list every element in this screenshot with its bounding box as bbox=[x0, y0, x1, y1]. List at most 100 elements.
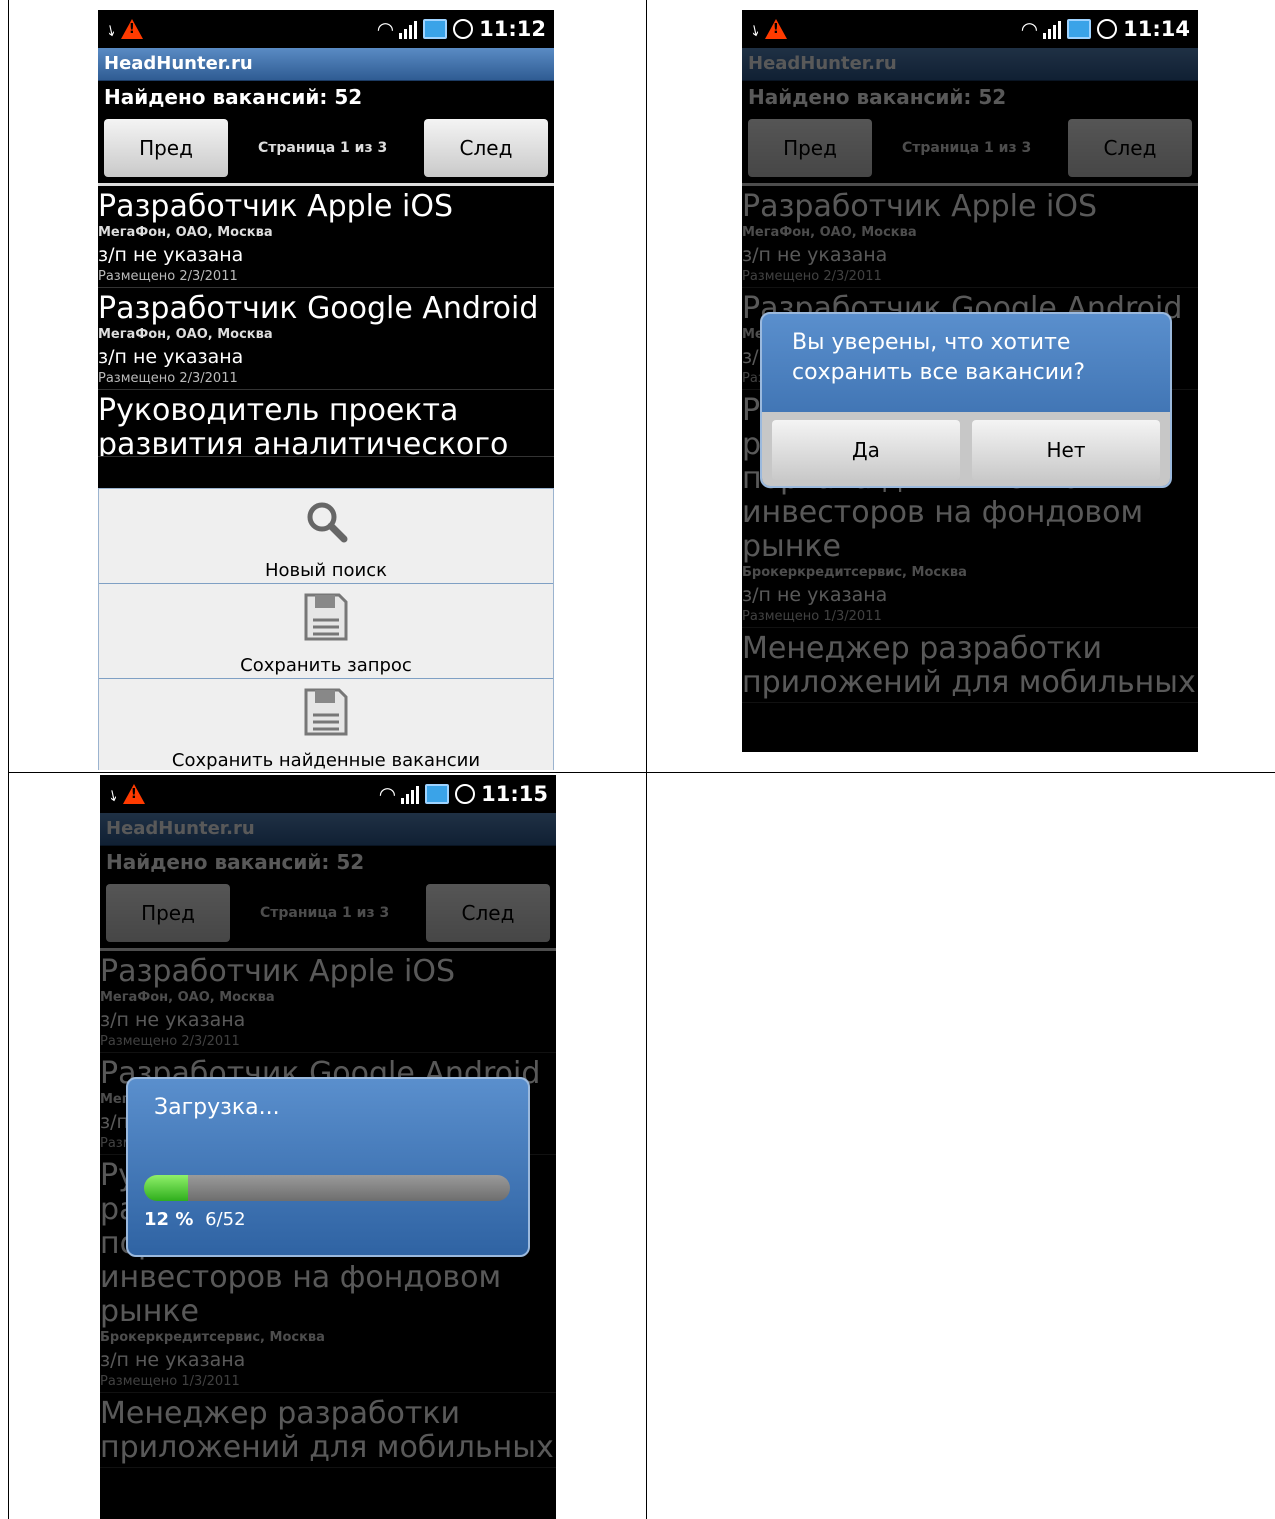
progress-title: Загрузка... bbox=[154, 1095, 280, 1120]
job-salary: з/п не указана bbox=[98, 346, 244, 368]
dialog-message-line: сохранить все вакансии? bbox=[792, 360, 1086, 385]
signal-icon bbox=[1043, 19, 1062, 39]
job-salary: з/п не указана bbox=[98, 244, 244, 266]
job-salary: з/п не указана bbox=[742, 584, 888, 606]
menu-item-save-query[interactable]: Сохранить запрос bbox=[99, 584, 553, 679]
job-title-line: инвесторов на фондовом bbox=[742, 495, 1144, 530]
job-title-line: приложений для мобильных bbox=[100, 1430, 554, 1465]
job-company: МегаФон, ОАО, Москва bbox=[742, 225, 917, 240]
list-item[interactable]: Разработчик Apple iOS МегаФон, ОАО, Моск… bbox=[742, 186, 1198, 288]
next-button[interactable]: След bbox=[424, 119, 548, 177]
menu-item-label: Сохранить найденные вакансии bbox=[171, 750, 481, 770]
page-info: Страница 1 из 3 bbox=[902, 140, 1032, 156]
screen-3: ⭏ ◠ 11:15 HeadHunter.ru Найдено вакансий… bbox=[100, 775, 556, 1519]
list-item[interactable]: Разработчик Apple iOS МегаФон, ОАО, Моск… bbox=[98, 186, 554, 288]
list-item[interactable]: Менеджер разработки приложений для мобил… bbox=[742, 628, 1198, 703]
clock: 11:14 bbox=[1123, 17, 1190, 41]
pagination: Пред Страница 1 из 3 След bbox=[742, 113, 1198, 186]
job-company: МегаФон, ОАО, Москва bbox=[98, 225, 273, 240]
status-bar: ⭏ ◠ 11:15 bbox=[100, 775, 556, 813]
menu-item-label: Сохранить запрос bbox=[240, 655, 412, 676]
prev-button[interactable]: Пред bbox=[748, 119, 872, 177]
list-item[interactable]: Разработчик Google Android МегаФон, ОАО,… bbox=[98, 288, 554, 390]
job-title-line: Руководитель проекта bbox=[98, 393, 459, 428]
no-button[interactable]: Нет bbox=[972, 420, 1160, 480]
list-item[interactable]: Разработчик Apple iOS МегаФон, ОАО, Моск… bbox=[100, 951, 556, 1053]
wifi-icon: ◠ bbox=[1021, 17, 1038, 41]
prev-button[interactable]: Пред bbox=[104, 119, 228, 177]
progress-readout: 12 % 6/52 bbox=[144, 1209, 246, 1230]
job-posted: Размещено 2/3/2011 bbox=[98, 269, 238, 284]
job-posted: Размещено 2/3/2011 bbox=[100, 1034, 240, 1049]
job-company: МегаФон, ОАО, Москва bbox=[98, 327, 273, 342]
job-posted: Размещено 1/3/2011 bbox=[100, 1374, 240, 1389]
job-title-line: инвесторов на фондовом bbox=[100, 1260, 502, 1295]
job-title-line: рынке bbox=[100, 1294, 199, 1329]
confirm-dialog: Вы уверены, что хотите сохранить все вак… bbox=[760, 312, 1172, 488]
job-posted: Размещено 2/3/2011 bbox=[98, 371, 238, 386]
usb-icon: ⭏ bbox=[108, 17, 115, 41]
signal-icon bbox=[399, 19, 418, 39]
warning-icon bbox=[122, 784, 145, 804]
usb-icon: ⭏ bbox=[110, 782, 117, 806]
job-title-line: Менеджер разработки bbox=[100, 1396, 460, 1431]
screen-1: ⭏ ◠ 11:12 HeadHunter.ru Найдено вакансий… bbox=[98, 10, 554, 770]
job-title: Разработчик Google Android bbox=[98, 291, 539, 326]
battery-icon bbox=[425, 784, 450, 804]
save-icon bbox=[304, 688, 348, 736]
app-title: HeadHunter.ru bbox=[100, 813, 556, 846]
job-salary: з/п не указана bbox=[100, 1349, 246, 1371]
pagination: Пред Страница 1 из 3 След bbox=[98, 113, 554, 186]
status-bar: ⭏ ◠ 11:12 bbox=[98, 10, 554, 48]
pagination: Пред Страница 1 из 3 След bbox=[100, 878, 556, 951]
next-button[interactable]: След bbox=[426, 884, 550, 942]
status-bar: ⭏ ◠ 11:14 bbox=[742, 10, 1198, 48]
options-menu: Новый поиск Сохранить запрос Сохранить н… bbox=[98, 488, 554, 770]
warning-icon bbox=[120, 19, 143, 39]
battery-icon bbox=[423, 19, 448, 39]
found-count: Найдено вакансий: 52 bbox=[104, 85, 363, 109]
job-posted: Размещено 1/3/2011 bbox=[742, 609, 882, 624]
list-item[interactable]: Менеджер разработки приложений для мобил… bbox=[100, 1393, 556, 1468]
progress-count: 6/52 bbox=[205, 1209, 246, 1230]
job-title: Разработчик Apple iOS bbox=[742, 189, 1097, 224]
screen-2: ⭏ ◠ 11:14 HeadHunter.ru Найдено вакансий… bbox=[742, 10, 1198, 752]
menu-item-new-search[interactable]: Новый поиск bbox=[99, 489, 553, 584]
found-count: Найдено вакансий: 52 bbox=[748, 85, 1007, 109]
app-title: HeadHunter.ru bbox=[742, 48, 1198, 81]
progress-track bbox=[144, 1175, 510, 1201]
job-title: Разработчик Apple iOS bbox=[100, 954, 455, 989]
clock: 11:15 bbox=[481, 782, 548, 806]
app-title: HeadHunter.ru bbox=[98, 48, 554, 81]
job-title-line: Менеджер разработки bbox=[742, 631, 1102, 666]
progress-fill bbox=[144, 1175, 188, 1201]
alarm-icon bbox=[1097, 19, 1118, 39]
progress-percent: 12 % bbox=[144, 1209, 194, 1230]
list-item[interactable]: Руководитель проекта развития аналитичес… bbox=[98, 390, 554, 457]
dialog-message-line: Вы уверены, что хотите bbox=[792, 330, 1071, 355]
job-company: МегаФон, ОАО, Москва bbox=[100, 990, 275, 1005]
yes-button[interactable]: Да bbox=[772, 420, 960, 480]
grid-line bbox=[646, 0, 647, 1519]
page-info: Страница 1 из 3 bbox=[260, 905, 390, 921]
job-company: Брокеркредитсервис, Москва bbox=[100, 1330, 325, 1345]
clock: 11:12 bbox=[479, 17, 546, 41]
page-info: Страница 1 из 3 bbox=[258, 140, 388, 156]
grid-line bbox=[8, 0, 9, 1519]
signal-icon bbox=[401, 784, 420, 804]
alarm-icon bbox=[455, 784, 476, 804]
next-button[interactable]: След bbox=[1068, 119, 1192, 177]
dialog-message: Вы уверены, что хотите сохранить все вак… bbox=[792, 328, 1085, 388]
job-title: Разработчик Apple iOS bbox=[98, 189, 453, 224]
job-title-line: развития аналитического bbox=[98, 427, 509, 457]
grid-line bbox=[8, 772, 1275, 773]
menu-item-save-jobs[interactable]: Сохранить найденные вакансии bbox=[99, 679, 553, 770]
prev-button[interactable]: Пред bbox=[106, 884, 230, 942]
alarm-icon bbox=[453, 19, 474, 39]
usb-icon: ⭏ bbox=[752, 17, 759, 41]
menu-item-label: Новый поиск bbox=[264, 560, 388, 581]
job-title-line: рынке bbox=[742, 529, 841, 564]
job-company: Брокеркредитсервис, Москва bbox=[742, 565, 967, 580]
job-title-line: приложений для мобильных bbox=[742, 665, 1196, 700]
battery-icon bbox=[1067, 19, 1092, 39]
